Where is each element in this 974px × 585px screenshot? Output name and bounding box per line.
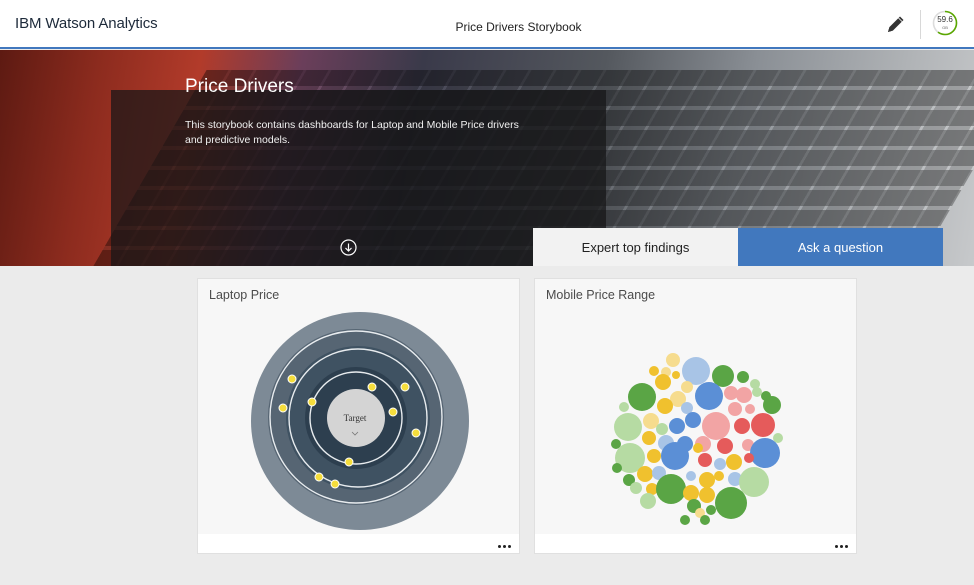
bubble[interactable] <box>700 515 710 525</box>
bubble[interactable] <box>698 453 712 467</box>
bubble[interactable] <box>699 487 715 503</box>
bubble[interactable] <box>685 412 701 428</box>
driver-node[interactable] <box>330 479 340 489</box>
card-footer <box>198 534 519 553</box>
bubble[interactable] <box>682 357 710 385</box>
bubble[interactable] <box>680 515 690 525</box>
bubble[interactable] <box>661 442 689 470</box>
more-horizontal-icon[interactable] <box>498 545 511 548</box>
usage-value: 59.6 <box>937 15 953 24</box>
bubble[interactable] <box>737 371 749 383</box>
hero-title: Price Drivers <box>185 76 294 97</box>
bubble[interactable] <box>656 423 668 435</box>
bubble[interactable] <box>612 463 622 473</box>
bubble[interactable] <box>683 485 699 501</box>
driver-node[interactable] <box>400 382 410 392</box>
card-laptop-price[interactable]: Laptop Price Target <box>197 278 520 554</box>
bubble[interactable] <box>619 402 629 412</box>
bubble[interactable] <box>715 487 747 519</box>
bubble[interactable] <box>686 471 696 481</box>
bubble[interactable] <box>728 402 742 416</box>
bubble[interactable] <box>681 381 693 393</box>
storybook-title: Price Drivers Storybook <box>455 20 582 34</box>
driver-node[interactable] <box>344 457 354 467</box>
card-footer <box>535 534 856 553</box>
bubble[interactable] <box>672 371 680 379</box>
hero-description: This storybook contains dashboards for L… <box>185 119 519 146</box>
more-horizontal-icon[interactable] <box>835 545 848 548</box>
bubble[interactable] <box>714 458 726 470</box>
bubble[interactable] <box>714 471 724 481</box>
driver-node[interactable] <box>307 397 317 407</box>
bubble[interactable] <box>751 413 775 437</box>
tab-expert-top-findings[interactable]: Expert top findings <box>533 228 738 266</box>
bubble[interactable] <box>734 418 750 434</box>
bubble[interactable] <box>649 366 659 376</box>
bubble[interactable] <box>752 387 762 397</box>
bubble[interactable] <box>706 505 716 515</box>
bubble[interactable] <box>642 431 656 445</box>
spiral-visualization[interactable]: Target <box>198 279 521 536</box>
bubble[interactable] <box>750 438 780 468</box>
arrow-down-circle-icon[interactable] <box>340 239 357 256</box>
storybook-tabs: Expert top findings Ask a question <box>533 228 943 266</box>
bubble[interactable] <box>745 404 755 414</box>
bubble[interactable] <box>630 482 642 494</box>
bubble[interactable] <box>647 449 661 463</box>
bubble[interactable] <box>655 374 671 390</box>
bubble[interactable] <box>763 396 781 414</box>
driver-node[interactable] <box>367 382 377 392</box>
bubble[interactable] <box>726 454 742 470</box>
bubble[interactable] <box>736 387 752 403</box>
driver-node[interactable] <box>314 472 324 482</box>
driver-node[interactable] <box>287 374 297 384</box>
target-label: Target <box>344 413 367 423</box>
bubble[interactable] <box>681 402 693 414</box>
bubble[interactable] <box>628 383 656 411</box>
usage-gauge[interactable]: 59.6 GB <box>932 10 958 36</box>
bubble[interactable] <box>666 353 680 367</box>
usage-unit: GB <box>942 25 948 30</box>
driver-node[interactable] <box>411 428 421 438</box>
tab-ask-a-question[interactable]: Ask a question <box>738 228 943 266</box>
bubble[interactable] <box>669 418 685 434</box>
bubble[interactable] <box>744 453 754 463</box>
bubble[interactable] <box>656 474 686 504</box>
toolbar-divider <box>920 10 921 39</box>
bubble[interactable] <box>637 466 653 482</box>
bubble[interactable] <box>695 382 723 410</box>
bubble[interactable] <box>702 412 730 440</box>
bubble[interactable] <box>699 472 715 488</box>
bubble[interactable] <box>717 438 733 454</box>
bubble[interactable] <box>693 443 703 453</box>
pencil-icon[interactable] <box>884 12 908 36</box>
driver-node[interactable] <box>278 403 288 413</box>
bubble[interactable] <box>640 493 656 509</box>
bubble[interactable] <box>739 467 769 497</box>
driver-node[interactable] <box>388 407 398 417</box>
card-mobile-price-range[interactable]: Mobile Price Range <box>534 278 857 554</box>
top-bar: IBM Watson Analytics Price Drivers Story… <box>0 0 974 49</box>
bubble[interactable] <box>614 413 642 441</box>
hero-overlay <box>111 90 606 266</box>
bubble-cluster-visualization[interactable] <box>535 279 858 536</box>
bubble[interactable] <box>724 386 738 400</box>
bubble[interactable] <box>657 398 673 414</box>
